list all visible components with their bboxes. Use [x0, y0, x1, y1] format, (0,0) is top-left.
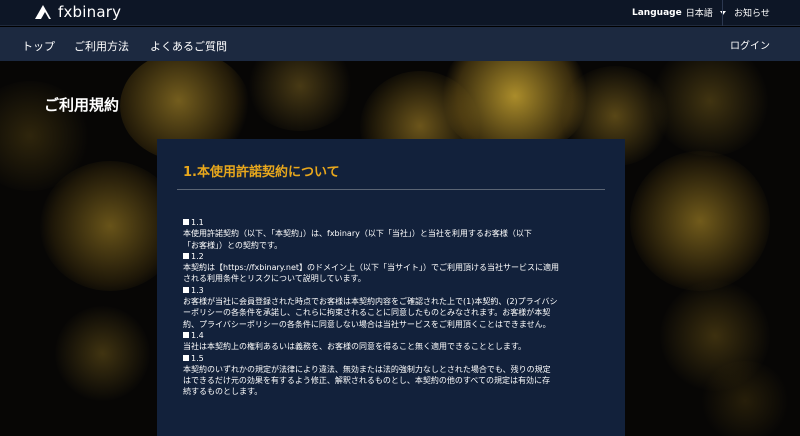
clause: 1.2 本契約は【https://fxbinary.net】のドメイン上（以下「… [183, 251, 603, 285]
page-title: ご利用規約 [44, 96, 120, 114]
bokeh-light [55, 306, 150, 401]
nav-item-how-to-use[interactable]: ご利用方法 [74, 38, 129, 54]
header-divider [722, 0, 723, 26]
clause-text-line: 本使用許諾契約（以下、「本契約」）は、fxbinary（以下「当社」）と当社を利… [183, 229, 532, 239]
clause-text-line: 「お客様」）との契約です。 [183, 240, 283, 250]
clause: 1.1 本使用許諾契約（以下、「本契約」）は、fxbinary（以下「当社」）と… [183, 217, 603, 251]
bokeh-light [700, 361, 790, 436]
news-link[interactable]: お知らせ [734, 6, 770, 19]
clause-number-row: 1.1 [183, 217, 603, 228]
language-value: 日本語 [685, 9, 713, 19]
main-nav: トップ ご利用方法 よくあるご質問 ログイン [0, 27, 800, 61]
language-label: Language [632, 7, 682, 18]
brand-name: fxbinary [58, 3, 122, 21]
clause-number: 1.4 [191, 330, 204, 340]
clause-number: 1.3 [191, 285, 204, 295]
clause-text-line: ーポリシーの各条件を承諾し、これらに拘束されることに同意したものとみなされます。… [183, 308, 551, 318]
clause-number: 1.2 [191, 251, 204, 261]
clause-number-row: 1.4 [183, 330, 603, 341]
section-heading: 1.本使用許諾契約について [183, 165, 340, 180]
nav-item-faq[interactable]: よくあるご質問 [150, 38, 227, 54]
square-bullet-icon [183, 354, 189, 361]
clause-text-line: される利用条件とリスクについて説明しています。 [183, 274, 366, 284]
clause-number: 1.1 [191, 218, 204, 227]
nav-item-top[interactable]: トップ [22, 38, 55, 54]
terms-card: 1.本使用許諾契約について 1.1 本使用許諾契約（以下、「本契約」）は、fxb… [157, 139, 625, 436]
clause-text-line: 本契約は【https://fxbinary.net】のドメイン上（以下「当サイト… [183, 263, 560, 273]
clause-number: 1.5 [191, 353, 204, 363]
square-bullet-icon [183, 252, 189, 259]
bokeh-light [650, 61, 770, 156]
clause-number-row: 1.5 [183, 353, 603, 364]
brand-logo[interactable]: fxbinary [34, 3, 121, 21]
heading-divider [177, 189, 605, 190]
clause-text-line: 本契約のいずれかの規定が法律により違法、無効または法的強制力なしとされた場合でも… [183, 364, 551, 374]
clause-text-line: 当社は本契約上の権利あるいは義務を、お客様の同意を得ること無く適用できることとし… [183, 342, 527, 352]
square-bullet-icon [183, 286, 189, 293]
clause-text-line: 続するものとします。 [183, 387, 263, 397]
clause-number-row: 1.3 [183, 285, 603, 296]
login-link[interactable]: ログイン [730, 37, 770, 52]
triangle-logo-icon [35, 5, 51, 19]
language-selector[interactable]: Language 日本語 [632, 6, 726, 19]
clause: 1.5 本契約のいずれかの規定が法律により違法、無効または法的強制力なしとされた… [183, 353, 603, 398]
clause-text-line: お客様が当社に会員登録された時点でお客様は本契約内容をご確認された上で(1)本契… [183, 297, 558, 307]
square-bullet-icon [183, 219, 189, 225]
terms-body: 1.1 本使用許諾契約（以下、「本契約」）は、fxbinary（以下「当社」）と… [183, 217, 603, 398]
square-bullet-icon [183, 331, 189, 338]
bokeh-light [630, 151, 770, 291]
clause: 1.4 当社は本契約上の権利あるいは義務を、お客様の同意を得ること無く適用できる… [183, 330, 603, 353]
clause-number-row: 1.2 [183, 251, 603, 262]
clause: 1.3 お客様が当社に会員登録された時点でお客様は本契約内容をご確認された上で(… [183, 285, 603, 330]
clause-text-line: 約、プライバシーポリシーの各条件に同意しない場合は当社サービスをご利用頂くことは… [183, 319, 551, 329]
bokeh-light [245, 61, 355, 131]
clause-text-line: はできるだけ元の効果を有するよう修正、解釈されるものとし、本契約の他のすべての規… [183, 376, 550, 386]
top-header: fxbinary Language 日本語 お知らせ [0, 0, 800, 26]
